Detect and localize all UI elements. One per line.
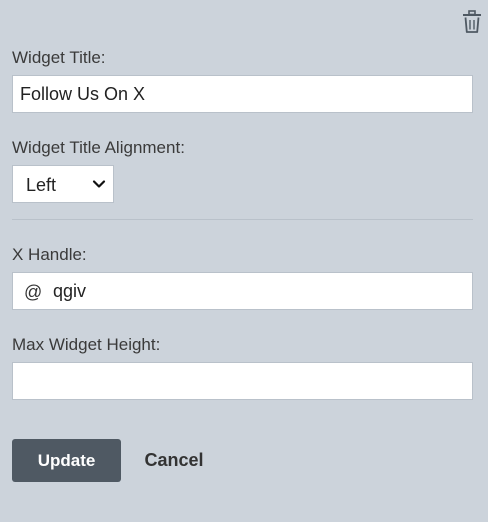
x-handle-label: X Handle: (12, 245, 87, 264)
x-handle-field: @ (12, 272, 473, 310)
cancel-button[interactable]: Cancel (132, 439, 216, 482)
at-prefix: @ (24, 282, 43, 302)
max-widget-height-input[interactable] (12, 362, 473, 400)
widget-title-input[interactable] (12, 75, 473, 113)
update-button[interactable]: Update (12, 439, 121, 482)
widget-title-alignment-select[interactable]: Left (12, 165, 114, 203)
section-divider (12, 219, 473, 220)
widget-title-label: Widget Title: (12, 48, 106, 67)
trash-icon (463, 10, 481, 33)
x-handle-input[interactable] (53, 273, 463, 309)
chevron-down-icon (92, 180, 106, 188)
max-widget-height-label: Max Widget Height: (12, 335, 161, 354)
widget-title-alignment-label: Widget Title Alignment: (12, 138, 185, 157)
delete-widget-button[interactable] (461, 10, 483, 34)
alignment-selected-value: Left (26, 175, 57, 195)
